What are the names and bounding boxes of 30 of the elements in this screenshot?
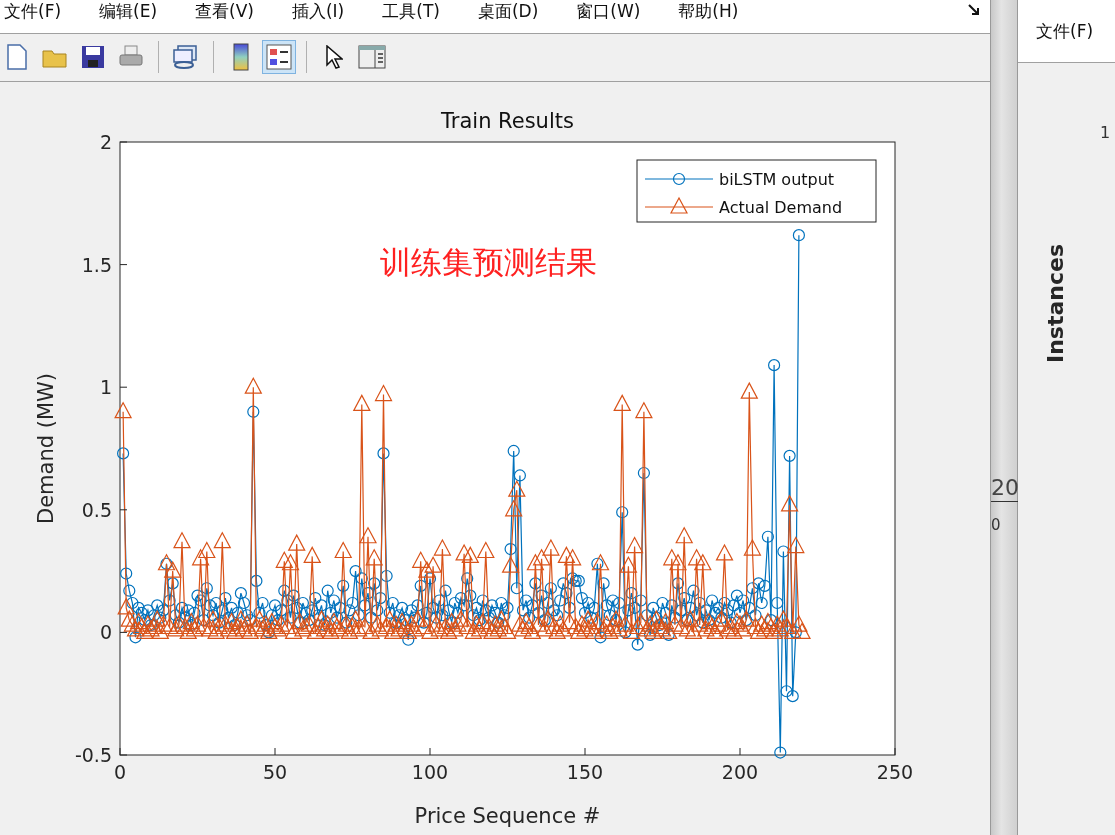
x-tick-label: 150 bbox=[566, 761, 604, 783]
x-tick-label: 100 bbox=[411, 761, 449, 783]
menu-item[interactable]: 查看(V) bbox=[191, 0, 258, 22]
menu-item[interactable]: 工具(T) bbox=[378, 0, 444, 22]
x-tick-label: 50 bbox=[262, 761, 288, 783]
axis-number-fragment: 0 bbox=[991, 516, 1001, 534]
chart-title: Train Results bbox=[441, 109, 574, 133]
y-tick-label: 1 bbox=[99, 376, 112, 399]
menu-item[interactable]: 编辑(E) bbox=[95, 0, 162, 22]
y-tick-label: 0 bbox=[99, 621, 112, 644]
menu-item[interactable]: 文件(F) bbox=[0, 0, 66, 22]
x-tick-label: 250 bbox=[876, 761, 914, 783]
menu-item[interactable]: 桌面(D) bbox=[473, 0, 543, 22]
x-tick-label: 200 bbox=[721, 761, 759, 783]
y-tick-label: 1.5 bbox=[81, 253, 112, 276]
annotation-text: 训练集预测结果 bbox=[380, 243, 597, 282]
menu-item[interactable]: 帮助(H) bbox=[674, 0, 743, 22]
legend-label: Actual Demand bbox=[719, 198, 843, 217]
y-axis-label: Demand (MW) bbox=[34, 373, 58, 524]
y-tick-label: 0.5 bbox=[81, 498, 112, 521]
y-tick-label: 1 bbox=[1100, 123, 1111, 142]
y-tick-label: -0.5 bbox=[74, 744, 112, 766]
legend-label: biLSTM output bbox=[719, 170, 835, 189]
y-tick-label: 2 bbox=[99, 131, 112, 153]
x-axis-label: Price Sequence # bbox=[414, 804, 601, 828]
menu-item[interactable]: 插入(I) bbox=[287, 0, 349, 22]
menu-item[interactable]: 窗口(W) bbox=[572, 0, 645, 22]
axis-number-fragment: 20 bbox=[991, 475, 1019, 501]
x-tick-label: 0 bbox=[113, 761, 127, 783]
y-axis-label: Instances bbox=[1043, 243, 1068, 363]
